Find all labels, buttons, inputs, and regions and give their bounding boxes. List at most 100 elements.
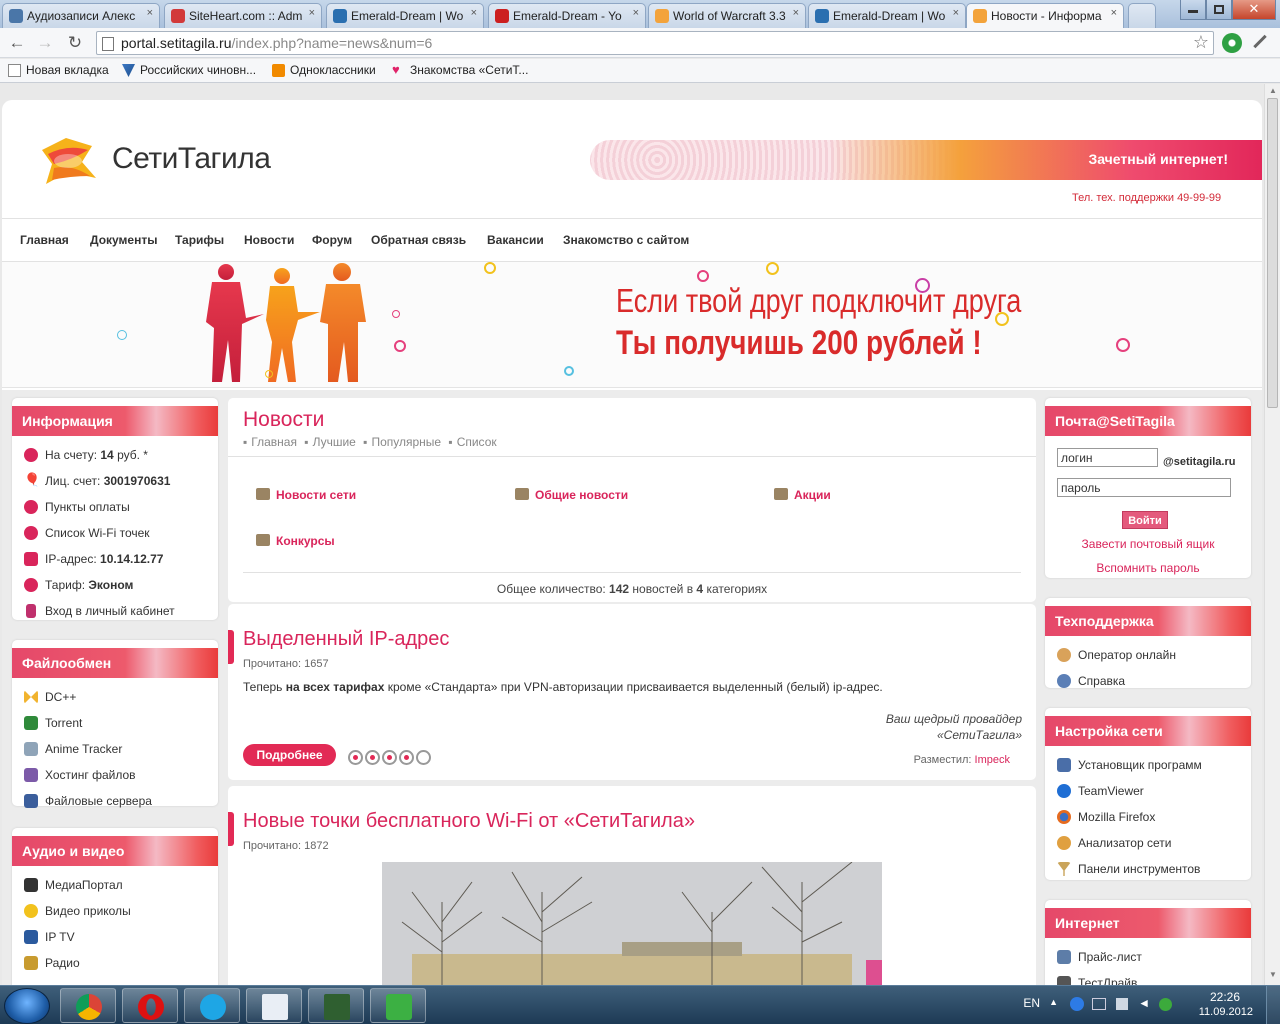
setitagila-logo-icon[interactable]	[32, 134, 102, 190]
operator-online-link[interactable]: Оператор онлайн	[1057, 642, 1251, 668]
close-icon[interactable]: ×	[1111, 7, 1117, 19]
category-general-news[interactable]: Общие новости	[515, 488, 628, 502]
menu-item-news[interactable]: Новости	[244, 233, 294, 247]
menu-item-about[interactable]: Знакомство с сайтом	[563, 233, 689, 247]
reload-icon[interactable]: ↻	[64, 32, 86, 54]
promo-banner[interactable]: Если твой друг подключит друга Ты получи…	[2, 262, 1262, 388]
rating-dot[interactable]	[382, 750, 397, 765]
close-icon[interactable]: ×	[147, 7, 153, 19]
crumb-home[interactable]: Главная	[251, 435, 297, 449]
app-tray-icon[interactable]	[1159, 998, 1172, 1011]
close-icon[interactable]: ×	[793, 7, 799, 19]
read-more-button[interactable]: Подробнее	[243, 744, 336, 766]
language-indicator[interactable]: EN	[1023, 996, 1040, 1010]
torrent-link[interactable]: Torrent	[24, 710, 218, 736]
browser-tab[interactable]: SiteHeart.com :: Adm ×	[164, 3, 322, 28]
taskbar-opera[interactable]	[122, 988, 178, 1023]
bluetooth-icon[interactable]	[1070, 997, 1084, 1011]
browser-tab[interactable]: Emerald-Dream | Wo ×	[326, 3, 484, 28]
crumb-popular[interactable]: Популярные	[371, 435, 441, 449]
tray-expand-icon[interactable]: ▲	[1049, 997, 1058, 1007]
taskbar-window[interactable]	[246, 988, 302, 1023]
taskbar-monitor[interactable]	[308, 988, 364, 1023]
rating-dot[interactable]	[399, 750, 414, 765]
volume-icon[interactable]: ◄	[1138, 996, 1150, 1010]
back-icon[interactable]: ←	[6, 32, 28, 54]
flag-icon[interactable]	[1116, 998, 1128, 1010]
bookmark-item[interactable]: ♥ Знакомства «СетиТ...	[392, 63, 528, 77]
menu-item-tariffs[interactable]: Тарифы	[175, 233, 224, 247]
file-hosting-link[interactable]: Хостинг файлов	[24, 762, 218, 788]
create-mailbox-link[interactable]: Завести почтовый ящик	[1045, 537, 1251, 551]
top-ad-banner[interactable]: Зачетный интернет!	[590, 140, 1262, 180]
firefox-link[interactable]: Mozilla Firefox	[1057, 804, 1251, 830]
category-network-news[interactable]: Новости сети	[256, 488, 356, 502]
minimize-button[interactable]	[1180, 0, 1206, 20]
menu-item-forum[interactable]: Форум	[312, 233, 352, 247]
vertical-scrollbar[interactable]: ▲ ▼	[1264, 84, 1280, 985]
price-list-link[interactable]: Прайс-лист	[1057, 944, 1251, 970]
browser-tab[interactable]: World of Warcraft 3.3 ×	[648, 3, 806, 28]
article-photo[interactable]	[382, 862, 882, 985]
cabinet-login-link[interactable]: Вход в личный кабинет	[24, 598, 218, 624]
menu-item-home[interactable]: Главная	[20, 233, 69, 247]
browser-tab[interactable]: Emerald-Dream - Yo ×	[488, 3, 646, 28]
remind-password-link[interactable]: Вспомнить пароль	[1045, 561, 1251, 575]
close-icon[interactable]: ×	[633, 7, 639, 19]
site-logo-text[interactable]: СетиТагила	[112, 142, 271, 176]
crumb-list[interactable]: Список	[457, 435, 497, 449]
close-icon[interactable]: ×	[471, 7, 477, 19]
help-link[interactable]: Справка	[1057, 668, 1251, 694]
network-analyzer-link[interactable]: Анализатор сети	[1057, 830, 1251, 856]
show-desktop-button[interactable]	[1266, 986, 1280, 1024]
iptv-link[interactable]: IP TV	[24, 924, 218, 950]
bookmark-item[interactable]: Одноклассники	[272, 63, 376, 77]
bookmark-star-icon[interactable]: ☆	[1193, 32, 1209, 53]
scrollbar-thumb[interactable]	[1267, 98, 1278, 408]
extension-icon[interactable]	[1222, 33, 1242, 53]
new-tab-button[interactable]	[1128, 3, 1156, 28]
rating-dot[interactable]	[416, 750, 431, 765]
dcpp-link[interactable]: DC++	[24, 684, 218, 710]
wrench-icon[interactable]	[1252, 34, 1270, 50]
mail-login-button[interactable]: Войти	[1122, 511, 1168, 529]
rating-dot[interactable]	[348, 750, 363, 765]
installer-link[interactable]: Установщик программ	[1057, 752, 1251, 778]
menu-item-vacancies[interactable]: Вакансии	[487, 233, 544, 247]
radio-link[interactable]: Радио	[24, 950, 218, 976]
close-window-button[interactable]: ✕	[1232, 0, 1276, 20]
author-link[interactable]: Impeck	[975, 754, 1010, 766]
payment-points-link[interactable]: Пункты оплаты	[24, 494, 218, 520]
mediaportal-link[interactable]: МедиаПортал	[24, 872, 218, 898]
bookmark-item[interactable]: Новая вкладка	[8, 63, 109, 77]
article-title[interactable]: Выделенный IP-адрес	[243, 628, 449, 651]
article-title[interactable]: Новые точки бесплатного Wi-Fi от «СетиТа…	[243, 810, 695, 833]
crumb-best[interactable]: Лучшие	[313, 435, 356, 449]
wifi-points-link[interactable]: Список Wi-Fi точек	[24, 520, 218, 546]
file-servers-link[interactable]: Файловые сервера	[24, 788, 218, 814]
browser-tab-active[interactable]: Новости - Информа ×	[966, 3, 1124, 29]
test-drive-link[interactable]: ТестДрайв	[1057, 970, 1251, 985]
mail-login-input[interactable]	[1057, 448, 1158, 467]
bookmark-item[interactable]: Российских чиновн...	[122, 63, 256, 77]
close-icon[interactable]: ×	[953, 7, 959, 19]
clock-time[interactable]: 22:26	[1210, 990, 1240, 1004]
scroll-down-icon[interactable]: ▼	[1269, 970, 1277, 979]
video-jokes-link[interactable]: Видео приколы	[24, 898, 218, 924]
taskbar-chrome[interactable]	[60, 988, 116, 1023]
toolbars-link[interactable]: Панели инструментов	[1057, 856, 1251, 882]
close-icon[interactable]: ×	[309, 7, 315, 19]
address-bar[interactable]: portal.setitagila.ru/index.php?name=news…	[96, 31, 1214, 55]
browser-tab[interactable]: Emerald-Dream | Wo ×	[808, 3, 966, 28]
forward-icon[interactable]: →	[34, 32, 56, 54]
rating-dot[interactable]	[365, 750, 380, 765]
restore-button[interactable]	[1206, 0, 1232, 20]
network-icon[interactable]	[1092, 998, 1106, 1010]
taskbar-app[interactable]	[370, 988, 426, 1023]
browser-tab[interactable]: Аудиозаписи Алекс ×	[2, 3, 160, 28]
start-button[interactable]	[4, 988, 50, 1024]
category-contests[interactable]: Конкурсы	[256, 534, 335, 548]
mail-password-input[interactable]	[1057, 478, 1231, 497]
teamviewer-link[interactable]: TeamViewer	[1057, 778, 1251, 804]
scroll-up-icon[interactable]: ▲	[1269, 86, 1277, 95]
